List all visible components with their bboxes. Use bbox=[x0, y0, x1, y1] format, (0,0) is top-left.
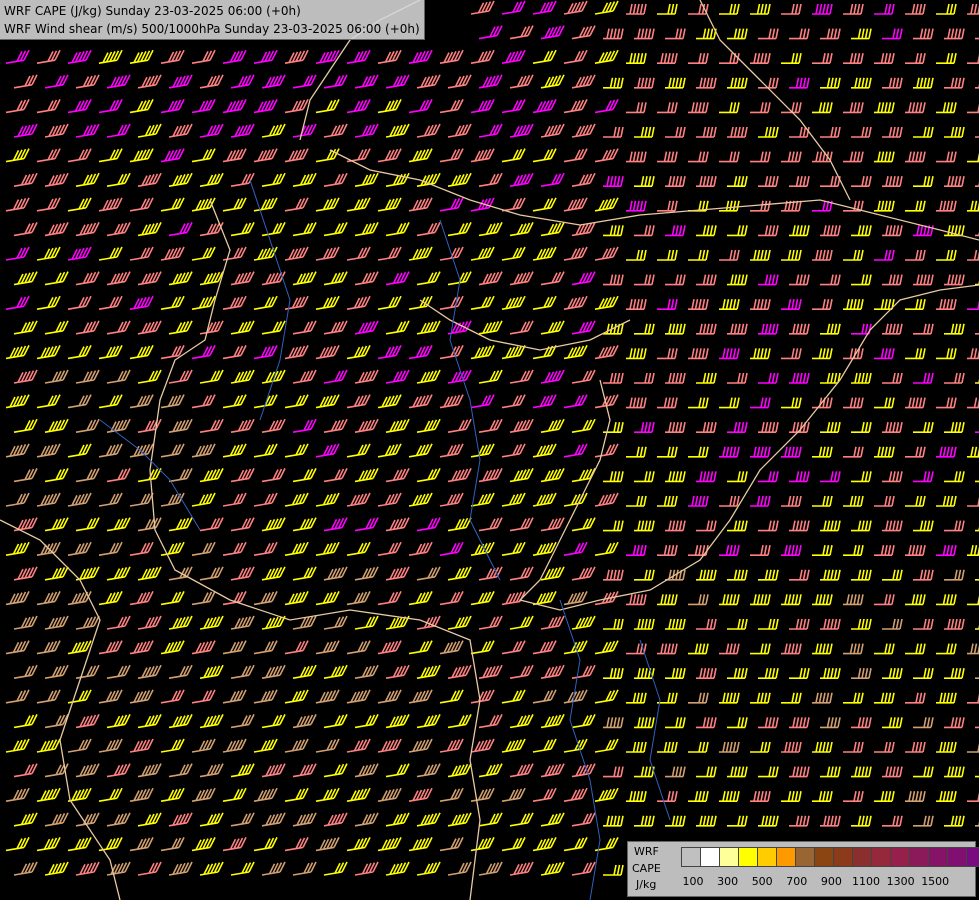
legend-swatch bbox=[757, 847, 777, 867]
legend-tick-label: 700 bbox=[786, 875, 808, 888]
legend-swatch bbox=[719, 847, 739, 867]
legend-swatch bbox=[795, 847, 815, 867]
legend-swatch bbox=[890, 847, 910, 867]
legend-tick-label: 1300 bbox=[886, 875, 915, 888]
cape-title: WRF CAPE (J/kg) Sunday 23-03-2025 06:00 … bbox=[4, 4, 301, 18]
legend-swatch bbox=[681, 847, 701, 867]
legend-swatch bbox=[928, 847, 948, 867]
legend-tick-label: 300 bbox=[717, 875, 739, 888]
legend-swatch bbox=[947, 847, 967, 867]
legend-swatch bbox=[700, 847, 720, 867]
legend-swatch bbox=[966, 847, 979, 867]
map-title-box: WRF CAPE (J/kg) Sunday 23-03-2025 06:00 … bbox=[0, 0, 425, 40]
legend-swatch bbox=[871, 847, 891, 867]
legend-tick-label: 1500 bbox=[921, 875, 950, 888]
wind-shear-title: WRF Wind shear (m/s) 500/1000hPa Sunday … bbox=[4, 22, 420, 36]
legend-swatch bbox=[909, 847, 929, 867]
legend-tick-label: 500 bbox=[751, 875, 773, 888]
legend-tick-label: 100 bbox=[682, 875, 704, 888]
legend-swatch bbox=[738, 847, 758, 867]
legend-param-label: CAPE bbox=[632, 862, 661, 875]
legend-model-label: WRF bbox=[634, 845, 659, 858]
legend-tick-label: 900 bbox=[820, 875, 842, 888]
legend-unit-label: J/kg bbox=[636, 878, 657, 891]
legend-swatch bbox=[833, 847, 853, 867]
legend-tick-label: 1100 bbox=[852, 875, 880, 888]
legend-swatch bbox=[776, 847, 796, 867]
legend-color-scale bbox=[681, 847, 979, 867]
weather-map bbox=[0, 0, 979, 900]
legend-swatch bbox=[852, 847, 872, 867]
cape-legend: WRF CAPE J/kg 100 300 500 700 900 1100 1300 150… bbox=[627, 841, 979, 897]
legend-swatch bbox=[814, 847, 834, 867]
